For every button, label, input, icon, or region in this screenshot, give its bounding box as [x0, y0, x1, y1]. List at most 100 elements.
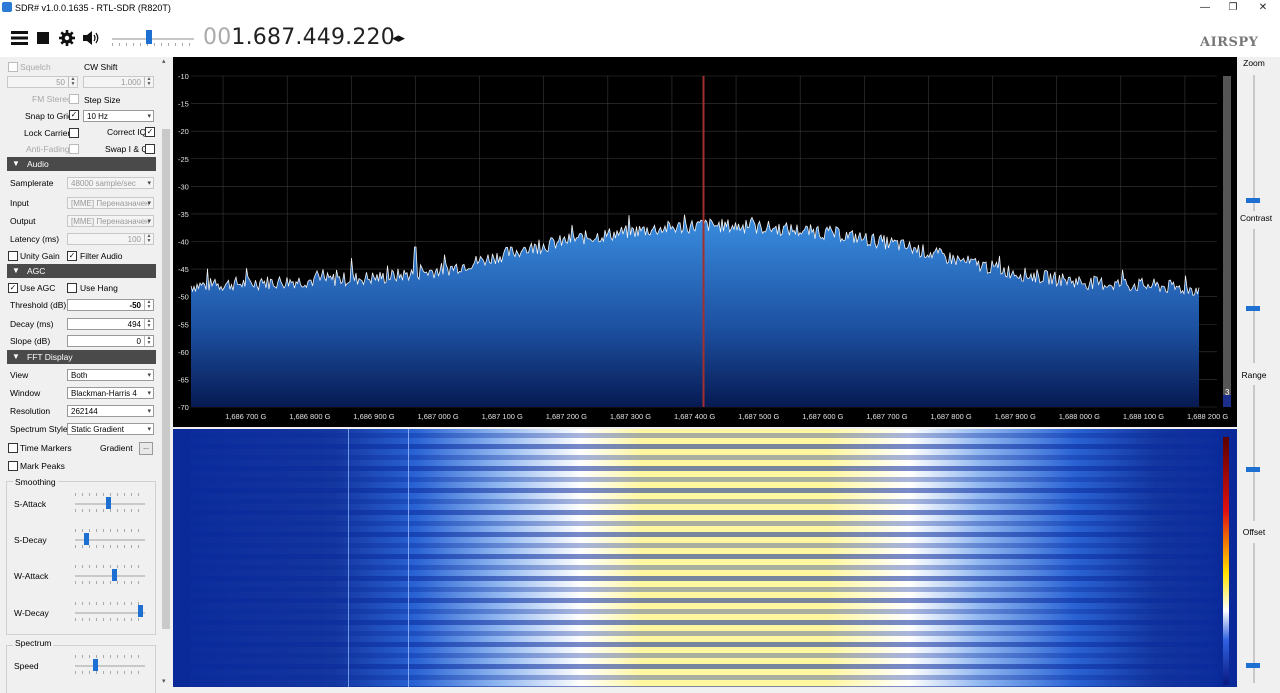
- input-device-select[interactable]: [MME] Переназначен ▾: [67, 197, 154, 209]
- waterfall-band: [190, 554, 1218, 559]
- use-hang-checkbox[interactable]: [67, 283, 77, 293]
- fm-stereo-checkbox[interactable]: [69, 94, 79, 104]
- frequency-value: 1.687.449.220: [231, 25, 395, 50]
- step-size-select[interactable]: 10 Hz ▾: [83, 110, 154, 122]
- cw-shift-spinner-icon[interactable]: ▲ ▼: [144, 77, 153, 87]
- window-select[interactable]: Blackman-Harris 4 ▾: [67, 387, 154, 399]
- decay-spinner-icon[interactable]: ▲ ▼: [144, 319, 153, 329]
- y-tick-label: -30: [178, 182, 189, 191]
- agc-section-header[interactable]: ▼ AGC: [7, 264, 156, 278]
- stop-icon[interactable]: [37, 32, 49, 44]
- snap-to-grid-checkbox[interactable]: ✓: [69, 110, 79, 120]
- menu-icon[interactable]: [11, 31, 28, 45]
- scroll-up-icon[interactable]: ▴: [162, 57, 166, 65]
- latency-input[interactable]: 100 ▲ ▼: [67, 233, 154, 245]
- scroll-down-icon[interactable]: ▾: [162, 677, 166, 685]
- x-tick-label: 1,687 000 G: [417, 412, 458, 421]
- maximize-button[interactable]: ❐: [1218, 0, 1248, 15]
- gear-icon[interactable]: [59, 30, 75, 46]
- x-tick-label: 1,686 800 G: [289, 412, 330, 421]
- contrast-slider-thumb[interactable]: [1246, 306, 1260, 311]
- waterfall-band: [190, 598, 1218, 603]
- s-decay-slider-thumb[interactable]: [84, 533, 89, 545]
- tuned-frequency-marker[interactable]: [702, 76, 705, 407]
- s-attack-slider-thumb[interactable]: [106, 497, 111, 509]
- slope-spinner-icon[interactable]: ▲ ▼: [144, 336, 153, 346]
- speed-slider-thumb[interactable]: [93, 659, 98, 671]
- cw-shift-input[interactable]: 1.000 ▲ ▼: [83, 76, 154, 88]
- x-tick-label: 1,687 500 G: [738, 412, 779, 421]
- view-value: Both: [71, 371, 88, 380]
- spectrum-style-select[interactable]: Static Gradient ▾: [67, 423, 154, 435]
- waterfall-spur-line: [408, 429, 409, 687]
- decay-input[interactable]: 494 ▲ ▼: [67, 318, 154, 330]
- left-panel-scrollbar[interactable]: ▴ ▾: [160, 57, 172, 689]
- w-decay-ticks-bottom: [75, 618, 145, 621]
- lock-carrier-checkbox[interactable]: [69, 128, 79, 138]
- fft-display-section-header[interactable]: ▼ FFT Display: [7, 350, 156, 364]
- zoom-slider-thumb[interactable]: [1246, 198, 1260, 203]
- x-tick-label: 1,687 800 G: [930, 412, 971, 421]
- swap-iq-checkbox[interactable]: [145, 144, 155, 154]
- range-slider-track[interactable]: [1253, 385, 1255, 521]
- audio-section-header[interactable]: ▼ Audio: [7, 157, 156, 171]
- output-device-select[interactable]: [MME] Переназначен ▾: [67, 215, 154, 227]
- left-panel: Squelch CW Shift 50 ▲ ▼ 1.000 ▲ ▼ FM Stereo …: [0, 57, 172, 693]
- y-tick-label: -40: [178, 238, 189, 247]
- speaker-icon[interactable]: [83, 31, 101, 45]
- use-agc-checkbox[interactable]: ✓: [8, 283, 18, 293]
- anti-fading-checkbox[interactable]: [69, 144, 79, 154]
- gradient-button[interactable]: ...: [139, 442, 153, 455]
- offset-slider-track[interactable]: [1253, 543, 1255, 683]
- minimize-button[interactable]: —: [1190, 0, 1220, 15]
- squelch-spinner-icon[interactable]: ▲ ▼: [68, 77, 77, 87]
- offset-slider-thumb[interactable]: [1246, 663, 1260, 668]
- time-markers-checkbox[interactable]: [8, 443, 18, 453]
- collapse-triangle-icon: ▼: [12, 352, 20, 361]
- squelch-input[interactable]: 50 ▲ ▼: [7, 76, 78, 88]
- samplerate-value: 48000 sample/sec: [71, 179, 136, 188]
- spectrum-analyzer[interactable]: -10 -15 -20 -25 -30 -35 -40 -45 -50 -55 -60 -65 -70 …: [173, 57, 1237, 427]
- correct-iq-checkbox[interactable]: ✓: [145, 127, 155, 137]
- frequency-step-arrows-icon[interactable]: ◂▸: [392, 30, 405, 46]
- volume-slider-track[interactable]: [112, 38, 194, 40]
- waterfall-band: [190, 433, 1218, 438]
- w-decay-slider-track[interactable]: [75, 612, 145, 614]
- zoom-slider-track[interactable]: [1253, 75, 1255, 211]
- samplerate-select[interactable]: 48000 sample/sec ▾: [67, 177, 154, 189]
- x-tick-label: 1,687 100 G: [482, 412, 523, 421]
- slope-input[interactable]: 0 ▲ ▼: [67, 335, 154, 347]
- squelch-checkbox[interactable]: [8, 62, 18, 72]
- threshold-spinner-icon[interactable]: ▲ ▼: [144, 300, 153, 310]
- range-slider-thumb[interactable]: [1246, 467, 1260, 472]
- w-attack-slider-thumb[interactable]: [112, 569, 117, 581]
- unity-gain-checkbox[interactable]: [8, 251, 18, 261]
- fft-header-label: FFT Display: [27, 352, 73, 362]
- scrollbar-thumb[interactable]: [162, 129, 170, 629]
- frequency-display[interactable]: 001.687.449.220: [203, 25, 395, 51]
- close-button[interactable]: ✕: [1248, 0, 1278, 15]
- x-tick-label: 1,688 200 G: [1187, 412, 1228, 421]
- output-device-value: [MME] Переназначен: [71, 217, 150, 226]
- waterfall-band: [190, 444, 1218, 449]
- filter-audio-checkbox[interactable]: ✓: [67, 251, 77, 261]
- latency-spinner-icon[interactable]: ▲ ▼: [144, 234, 153, 244]
- w-decay-slider-thumb[interactable]: [138, 605, 143, 617]
- waterfall-band: [190, 653, 1218, 658]
- threshold-input[interactable]: -50 ▲ ▼: [67, 299, 154, 311]
- x-tick-label: 1,688 100 G: [1123, 412, 1164, 421]
- waterfall-band: [190, 609, 1218, 614]
- w-attack-slider-track[interactable]: [75, 575, 145, 577]
- squelch-label: Squelch: [20, 62, 51, 72]
- mark-peaks-checkbox[interactable]: [8, 461, 18, 471]
- waterfall-plot[interactable]: [173, 429, 1237, 687]
- speed-slider-track[interactable]: [75, 665, 145, 667]
- resolution-select[interactable]: 262144 ▾: [67, 405, 154, 417]
- smoothing-label: Smoothing: [13, 477, 58, 487]
- waterfall-display[interactable]: [173, 429, 1237, 687]
- waterfall-color-scale: [1223, 437, 1229, 685]
- view-select[interactable]: Both ▾: [67, 369, 154, 381]
- volume-slider-thumb[interactable]: [146, 30, 152, 44]
- spectrum-plot[interactable]: -10-15-20-25-30-35-40-45-50-55-60-65-70 …: [173, 57, 1237, 427]
- contrast-slider-track[interactable]: [1253, 229, 1255, 363]
